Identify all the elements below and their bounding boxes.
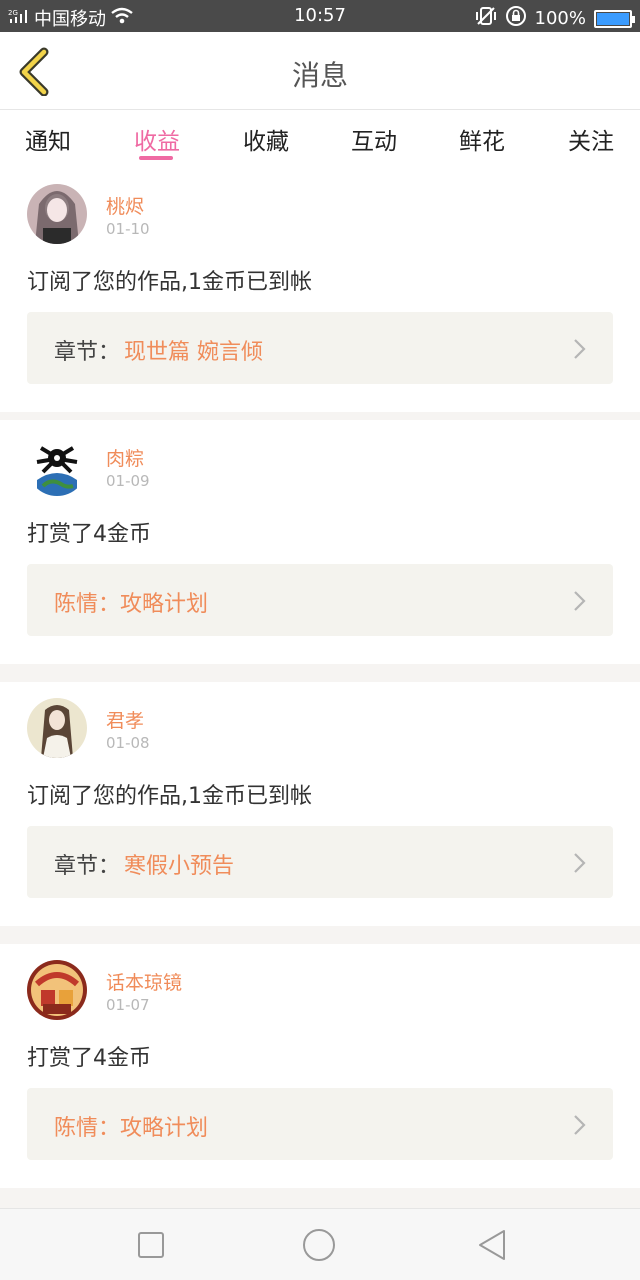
message-text: 打赏了4金币 xyxy=(27,522,151,547)
ref-prefix: 章节： xyxy=(54,340,121,365)
message-date: 01-09 xyxy=(106,472,150,490)
vibrate-icon xyxy=(475,6,497,31)
active-tab-indicator xyxy=(139,156,173,160)
tab-favorites[interactable]: 收藏 xyxy=(226,122,306,156)
avatar[interactable] xyxy=(27,698,87,758)
avatar[interactable] xyxy=(27,436,87,496)
back-triangle-icon[interactable] xyxy=(476,1228,508,1262)
message-date: 01-07 xyxy=(106,996,150,1014)
ref-title: 寒假小预告 xyxy=(124,854,235,879)
ref-title: 陈情：攻略计划 xyxy=(54,1116,209,1141)
chevron-right-icon xyxy=(574,853,586,873)
message-date: 01-08 xyxy=(106,734,150,752)
tab-bar: 通知 收益 收藏 互动 鲜花 关注 xyxy=(0,110,640,168)
chevron-right-icon xyxy=(574,339,586,359)
tab-notice[interactable]: 通知 xyxy=(8,122,88,156)
tab-follow[interactable]: 关注 xyxy=(551,122,631,156)
ref-title: 陈情：攻略计划 xyxy=(54,592,209,617)
tab-interaction[interactable]: 互动 xyxy=(334,122,414,156)
page-title: 消息 xyxy=(291,59,348,92)
message-date: 01-10 xyxy=(106,220,150,238)
battery-icon xyxy=(594,9,635,28)
chapter-link-row[interactable]: 陈情：攻略计划 xyxy=(27,564,613,636)
message-text: 订阅了您的作品,1金币已到帐 xyxy=(27,784,312,809)
tab-flowers[interactable]: 鲜花 xyxy=(442,122,522,156)
ref-title: 现世篇 婉言倾 xyxy=(124,340,263,365)
app-header: 消息 xyxy=(0,32,640,110)
status-right: 100% xyxy=(475,5,635,32)
circle-icon[interactable] xyxy=(302,1228,336,1262)
chapter-link-row[interactable]: 陈情：攻略计划 xyxy=(27,1088,613,1160)
message-card: 君孝 01-08 订阅了您的作品,1金币已到帐 章节： 寒假小预告 xyxy=(0,682,640,926)
tab-earnings[interactable]: 收益 xyxy=(117,122,197,156)
ref-prefix: 章节： xyxy=(54,854,121,879)
status-bar: 2G 中国移动 10:57 100% xyxy=(0,0,640,32)
message-card: 桃烬 01-10 订阅了您的作品,1金币已到帐 章节： 现世篇 婉言倾 xyxy=(0,168,640,412)
avatar[interactable] xyxy=(27,184,87,244)
message-text: 订阅了您的作品,1金币已到帐 xyxy=(27,270,312,295)
square-icon[interactable] xyxy=(137,1231,165,1259)
chapter-link-row[interactable]: 章节： 寒假小预告 xyxy=(27,826,613,898)
user-name[interactable]: 君孝 xyxy=(106,706,144,733)
message-card: 肉粽 01-09 打赏了4金币 陈情：攻略计划 xyxy=(0,420,640,664)
message-card: 话本琼镜 01-07 打赏了4金币 陈情：攻略计划 xyxy=(0,944,640,1188)
avatar[interactable] xyxy=(27,960,87,1020)
user-name[interactable]: 桃烬 xyxy=(106,192,144,219)
battery-percent: 100% xyxy=(534,8,586,29)
user-name[interactable]: 话本琼镜 xyxy=(106,968,182,995)
chevron-right-icon xyxy=(574,1115,586,1135)
chapter-link-row[interactable]: 章节： 现世篇 婉言倾 xyxy=(27,312,613,384)
chevron-right-icon xyxy=(574,591,586,611)
system-nav-bar xyxy=(0,1208,640,1280)
user-name[interactable]: 肉粽 xyxy=(106,444,144,471)
rotation-lock-icon xyxy=(505,5,527,32)
message-text: 打赏了4金币 xyxy=(27,1046,151,1071)
